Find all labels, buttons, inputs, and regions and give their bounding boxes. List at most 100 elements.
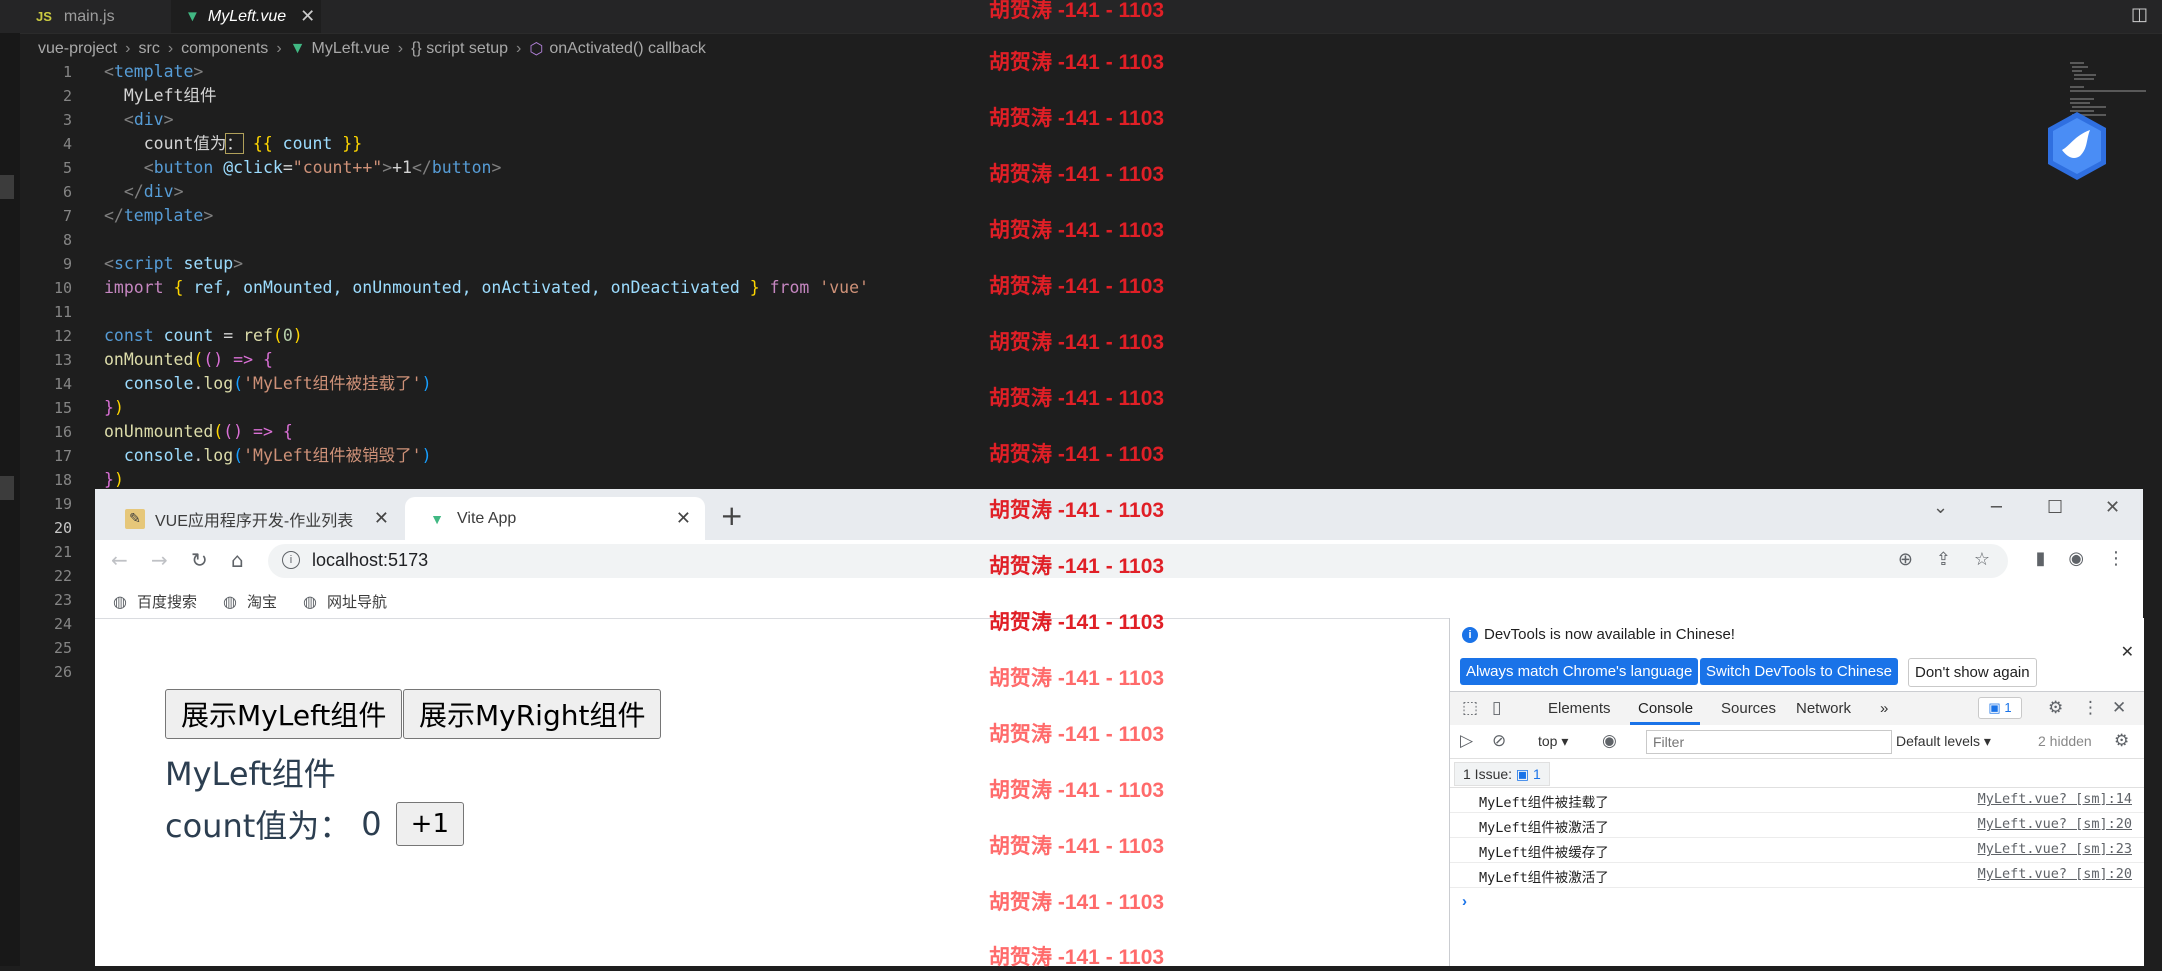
close-icon[interactable]: ✕ [2112,698,2126,718]
watermark: 胡贺涛 -141 - 1103 [989,499,1165,522]
watermark: 胡贺涛 -141 - 1103 [989,331,1165,354]
watermark: 胡贺涛 -141 - 1103 [989,443,1165,466]
bookmark-baidu[interactable]: ◍ 百度搜索 [113,591,197,612]
watermark: 胡贺涛 -141 - 1103 [989,387,1165,410]
filter-input[interactable]: Filter [1646,730,1892,754]
device-icon[interactable]: ▯ [1492,698,1501,718]
match-language-button[interactable]: Always match Chrome's language [1460,658,1699,685]
count-value: 0 [361,805,382,843]
issues-link[interactable]: 1 Issue: ▣ 1 [1454,762,1550,786]
show-myright-button[interactable]: 展示MyRight组件 [403,689,662,739]
page-viewport: 展示MyLeft组件 展示MyRight组件 MyLeft组件 count值为：… [95,619,1448,966]
clear-console-icon[interactable]: ⊘ [1492,731,1506,751]
tab-main-js[interactable]: JS main.js [0,0,170,33]
vue-logo-icon: ▼ [430,510,444,527]
source-link[interactable]: MyLeft.vue? [sm]:20 [1978,816,2132,832]
breadcrumb-item[interactable]: vue-project [38,40,117,58]
increment-button[interactable]: +1 [395,802,464,846]
source-link[interactable]: MyLeft.vue? [sm]:20 [1978,866,2132,882]
close-icon[interactable]: ✕ [300,6,315,27]
devtools-tab-bar: ⬚ ▯ Elements Console Sources Network » ▣… [1450,691,2144,726]
console-toolbar: ▷ ⊘ top ▾ ◉ Filter Default levels ▾ 2 hi… [1450,725,2144,759]
close-icon[interactable]: ✕ [374,508,389,529]
browser-tab-vue-course[interactable]: ✎ VUE应用程序开发-作业列表 ✕ [103,497,403,540]
console-message: MyLeft组件被挂载了 MyLeft.vue? [sm]:14 [1450,787,2144,813]
bird-extension-icon[interactable] [2044,110,2110,182]
devtools-panel: i DevTools is now available in Chinese! … [1449,618,2144,966]
star-icon[interactable]: ☆ [1974,549,1990,570]
profile-icon[interactable]: ◉ [2068,548,2084,569]
show-myleft-button[interactable]: 展示MyLeft组件 [165,689,403,739]
close-icon[interactable]: ✕ [676,508,691,529]
tab-elements[interactable]: Elements [1548,700,1611,717]
menu-icon[interactable]: ⋮ [2107,548,2125,569]
breadcrumb-item[interactable]: {} script setup [411,40,508,58]
switch-chinese-button[interactable]: Switch DevTools to Chinese [1700,658,1898,685]
inspect-icon[interactable]: ⬚ [1462,698,1478,718]
bookmark-nav[interactable]: ◍ 网址导航 [303,591,387,612]
chevron-right-icon: › [397,40,404,57]
issues-badge[interactable]: ▣ 1 [1978,697,2022,719]
log-levels-dropdown[interactable]: Default levels ▾ [1896,733,1991,750]
split-layout-icon[interactable]: ◫ [2131,4,2148,25]
console-message: MyLeft组件被激活了 MyLeft.vue? [sm]:20 [1450,862,2144,888]
breadcrumb: vue-project › src › components › ▼ MyLeft.vu… [38,38,706,60]
watermark: 胡贺涛 -141 - 1103 [989,107,1165,130]
count-line: count值为： 0 +1 [165,801,464,847]
source-link[interactable]: MyLeft.vue? [sm]:23 [1978,841,2132,857]
dont-show-again-button[interactable]: Don't show again [1908,658,2037,687]
share-icon[interactable]: ⇪ [1936,549,1951,570]
chevron-down-icon[interactable]: ⌄ [1933,497,1948,518]
issues-bar: 1 Issue: ▣ 1 [1450,759,2144,788]
chevron-right-icon: › [516,40,522,57]
chevron-right-icon: › [167,40,174,57]
minimize-button[interactable]: ─ [1991,497,2002,518]
tab-network[interactable]: Network [1796,700,1851,717]
info-icon[interactable]: i [282,551,300,569]
gutter-marker [0,476,14,500]
watermark: 胡贺涛 -141 - 1103 [989,891,1165,914]
gear-icon[interactable]: ⚙ [2114,731,2129,751]
breadcrumb-item[interactable]: src [138,40,159,58]
tab-console[interactable]: Console [1638,700,1693,717]
sidebar-icon[interactable]: ▮ [2036,548,2046,569]
maximize-button[interactable]: ☐ [2047,497,2063,518]
chevron-right-icon: › [125,40,131,57]
watermark: 胡贺涛 -141 - 1103 [989,946,1165,969]
watermark: 胡贺涛 -141 - 1103 [989,163,1165,186]
breadcrumb-item[interactable]: components [181,40,268,58]
back-icon[interactable]: ← [111,548,128,572]
tab-myleft-vue[interactable]: ▼ MyLeft.vue ✕ [171,0,321,33]
close-icon[interactable]: ✕ [2121,642,2134,661]
hidden-count: 2 hidden [2038,733,2092,749]
breadcrumb-item[interactable]: MyLeft.vue [311,40,389,58]
breadcrumb-item[interactable]: onActivated() callback [549,40,706,58]
source-link[interactable]: MyLeft.vue? [sm]:14 [1978,791,2132,807]
console-prompt[interactable]: › [1462,893,1467,910]
browser-tab-label: VUE应用程序开发-作业列表 [155,512,354,530]
tab-sources[interactable]: Sources [1721,700,1776,717]
vue-logo-icon: ▼ [185,8,200,25]
url-text[interactable]: localhost:5173 [312,550,428,571]
window-close-button[interactable]: ✕ [2105,497,2120,518]
gear-icon[interactable]: ⚙ [2048,698,2063,718]
context-selector[interactable]: top ▾ [1538,733,1568,750]
browser-tab-vite-app[interactable]: ▼ Vite App ✕ [405,497,705,540]
forward-icon[interactable]: → [151,548,168,572]
globe-icon: ◍ [113,593,127,611]
bookmark-taobao[interactable]: ◍ 淘宝 [223,591,277,612]
home-icon[interactable]: ⌂ [231,548,244,572]
kebab-menu-icon[interactable]: ⋮ [2082,698,2099,718]
component-title: MyLeft组件 [165,755,336,793]
zoom-icon[interactable]: ⊕ [1898,549,1913,570]
more-tabs-icon[interactable]: » [1880,700,1888,717]
console-message: MyLeft组件被激活了 MyLeft.vue? [sm]:20 [1450,812,2144,838]
globe-icon: ◍ [223,593,237,611]
reload-icon[interactable]: ↻ [191,548,208,572]
vue-logo-icon: ▼ [289,40,306,57]
info-icon: i [1462,627,1478,643]
tab-label: main.js [63,7,115,25]
eye-icon[interactable]: ◉ [1602,731,1617,751]
sidebar-toggle-icon[interactable]: ▷ [1460,731,1473,751]
new-tab-button[interactable]: + [720,499,743,532]
